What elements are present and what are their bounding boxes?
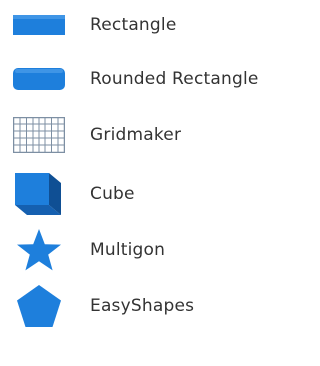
shape-label: Rounded Rectangle (90, 69, 259, 89)
star-icon (10, 228, 68, 272)
shape-label: EasyShapes (90, 296, 195, 316)
shape-item-rounded-rectangle[interactable]: Rounded Rectangle (0, 57, 300, 101)
cube-icon (10, 172, 68, 216)
shape-label: Multigon (90, 240, 166, 260)
shape-list: Rectangle Rounded Rectangle Gridmaker Cu… (0, 0, 300, 366)
rectangle-icon (10, 3, 68, 47)
shape-item-easyshapes[interactable]: EasyShapes (0, 284, 300, 328)
shape-item-gridmaker[interactable]: Gridmaker (0, 113, 300, 157)
grid-icon (10, 113, 68, 157)
shape-item-multigon[interactable]: Multigon (0, 228, 300, 272)
shape-item-cube[interactable]: Cube (0, 172, 300, 216)
shape-item-rectangle[interactable]: Rectangle (0, 3, 300, 47)
shape-label: Gridmaker (90, 125, 182, 145)
pentagon-icon (10, 284, 68, 328)
shape-label: Cube (90, 184, 135, 204)
shape-label: Rectangle (90, 15, 177, 35)
rounded-rectangle-icon (10, 57, 68, 101)
